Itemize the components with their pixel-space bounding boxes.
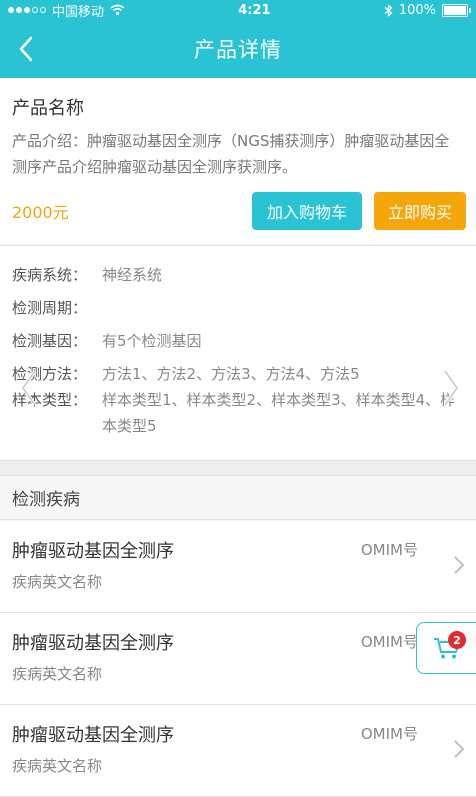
section-divider — [0, 460, 476, 476]
disease-name: 肿瘤驱动基因全测序 — [12, 541, 174, 562]
list-item[interactable]: 肿瘤驱动基因全测序 疾病英文名称 OMIM号 — [0, 521, 476, 613]
attr-label: 检测周期： — [12, 299, 88, 317]
status-bar: 中国移动 4:21 100% — [0, 0, 476, 20]
floating-cart-button[interactable]: 2 — [416, 622, 476, 674]
navigation-bar: 产品详情 — [0, 20, 476, 78]
chevron-right-icon — [454, 740, 465, 758]
disease-name: 肿瘤驱动基因全测序 — [12, 725, 174, 746]
disease-english-name: 疾病英文名称 — [12, 665, 103, 683]
attr-disease-system: 疾病系统： 神经系统 — [12, 262, 464, 288]
page-title: 产品详情 — [194, 38, 282, 62]
disease-english-name: 疾病英文名称 — [12, 573, 103, 591]
back-button[interactable] — [8, 30, 44, 68]
status-left: 中国移动 — [8, 1, 125, 20]
chevron-right-icon — [443, 369, 460, 407]
attr-test-cycle: 检测周期： — [12, 295, 464, 321]
product-actions: 2000元 加入购物车 立即购买 — [12, 192, 466, 230]
attr-label: 疾病系统： — [12, 266, 88, 284]
product-price: 2000元 — [12, 203, 69, 222]
list-item[interactable]: 肿瘤驱动基因全测序 疾病英文名称 OMIM号 — [0, 613, 476, 705]
attr-label: 检测基因： — [12, 332, 88, 350]
add-to-cart-button[interactable]: 加入购物车 — [252, 192, 362, 230]
attr-value: 神经系统 — [102, 266, 163, 284]
attr-sample-type: 样本类型： 样本类型1、样本类型2、样本类型3、样本类型4、样本类型5 — [12, 387, 464, 439]
buy-now-button[interactable]: 立即购买 — [374, 192, 466, 230]
attr-test-genes: 检测基因： 有5个检测基因 — [12, 328, 464, 354]
product-attributes: 疾病系统： 神经系统 检测周期： 检测基因： 有5个检测基因 检测方法： 方法1… — [0, 245, 476, 460]
product-name: 产品名称 — [12, 98, 84, 119]
battery-percent: 100% — [398, 2, 436, 18]
bluetooth-icon — [384, 3, 393, 17]
signal-strength-icon — [8, 7, 46, 13]
product-info: 产品名称 产品介绍：肿瘤驱动基因全测序（NGS捕获测序）肿瘤驱动基因全测序产品介… — [0, 78, 476, 244]
chevron-left-icon — [20, 369, 37, 407]
disease-omim: OMIM号 — [360, 725, 418, 743]
status-right: 100% — [384, 2, 471, 18]
disease-omim: OMIM号 — [360, 541, 418, 559]
wifi-icon — [110, 4, 125, 16]
carrier-label: 中国移动 — [52, 4, 105, 20]
disease-english-name: 疾病英文名称 — [12, 757, 103, 775]
disease-name: 肿瘤驱动基因全测序 — [12, 633, 174, 654]
attr-value: 方法1、方法2、方法3、方法4、方法5 — [102, 365, 360, 383]
product-description: 产品介绍：肿瘤驱动基因全测序（NGS捕获测序）肿瘤驱动基因全测序产品介绍肿瘤驱动… — [12, 132, 450, 176]
cart-count-badge: 2 — [448, 631, 466, 649]
next-arrow-button[interactable] — [440, 368, 462, 408]
prev-arrow-button[interactable] — [18, 368, 40, 408]
attr-value: 有5个检测基因 — [102, 332, 202, 350]
back-arrow-icon — [19, 36, 33, 62]
list-item[interactable]: 肿瘤驱动基因全测序 疾病英文名称 OMIM号 — [0, 705, 476, 797]
section-title: 检测疾病 — [0, 476, 476, 520]
battery-icon — [442, 3, 471, 17]
attr-value — [102, 295, 464, 321]
status-time: 4:21 — [238, 2, 271, 18]
disease-omim: OMIM号 — [360, 633, 418, 651]
disease-list: 肿瘤驱动基因全测序 疾病英文名称 OMIM号 肿瘤驱动基因全测序 疾病英文名称 … — [0, 521, 476, 797]
attr-value: 样本类型1、样本类型2、样本类型3、样本类型4、样本类型5 — [102, 391, 456, 435]
chevron-right-icon — [454, 556, 465, 574]
attr-test-method: 检测方法： 方法1、方法2、方法3、方法4、方法5 — [12, 361, 464, 387]
